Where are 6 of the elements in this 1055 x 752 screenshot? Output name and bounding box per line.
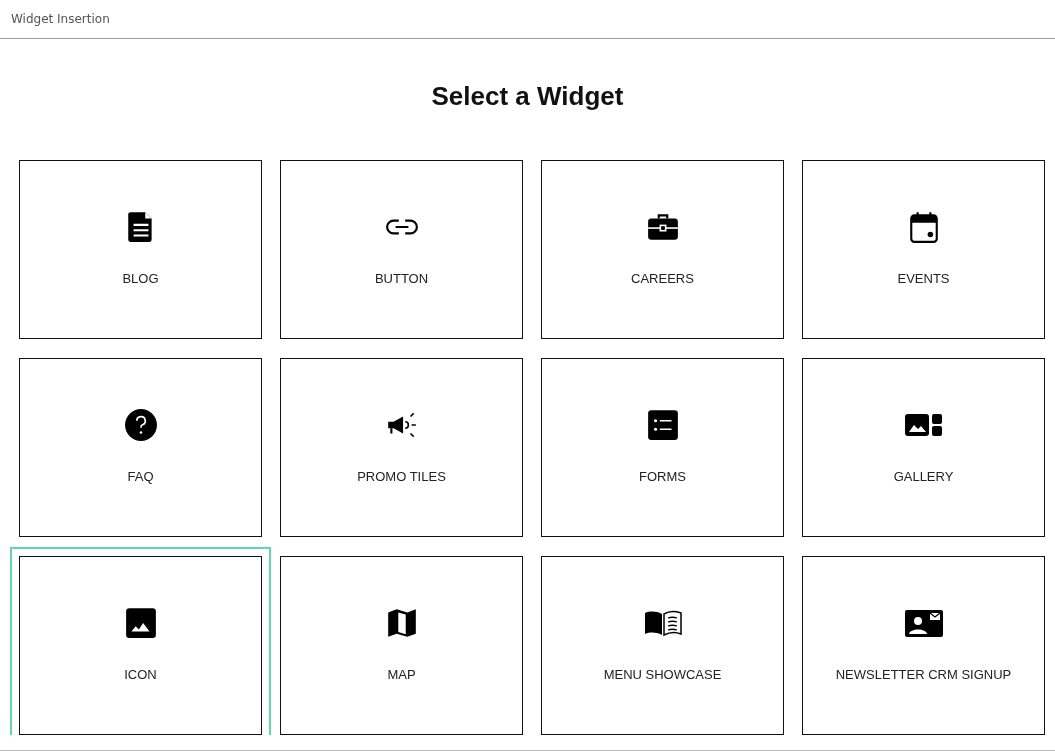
widget-card[interactable]: ICON bbox=[10, 547, 271, 735]
page-heading: Select a Widget bbox=[431, 81, 624, 112]
header-title: Widget Insertion bbox=[11, 12, 110, 26]
image-icon bbox=[123, 606, 158, 640]
question-icon bbox=[123, 408, 158, 442]
list-icon bbox=[645, 408, 680, 442]
